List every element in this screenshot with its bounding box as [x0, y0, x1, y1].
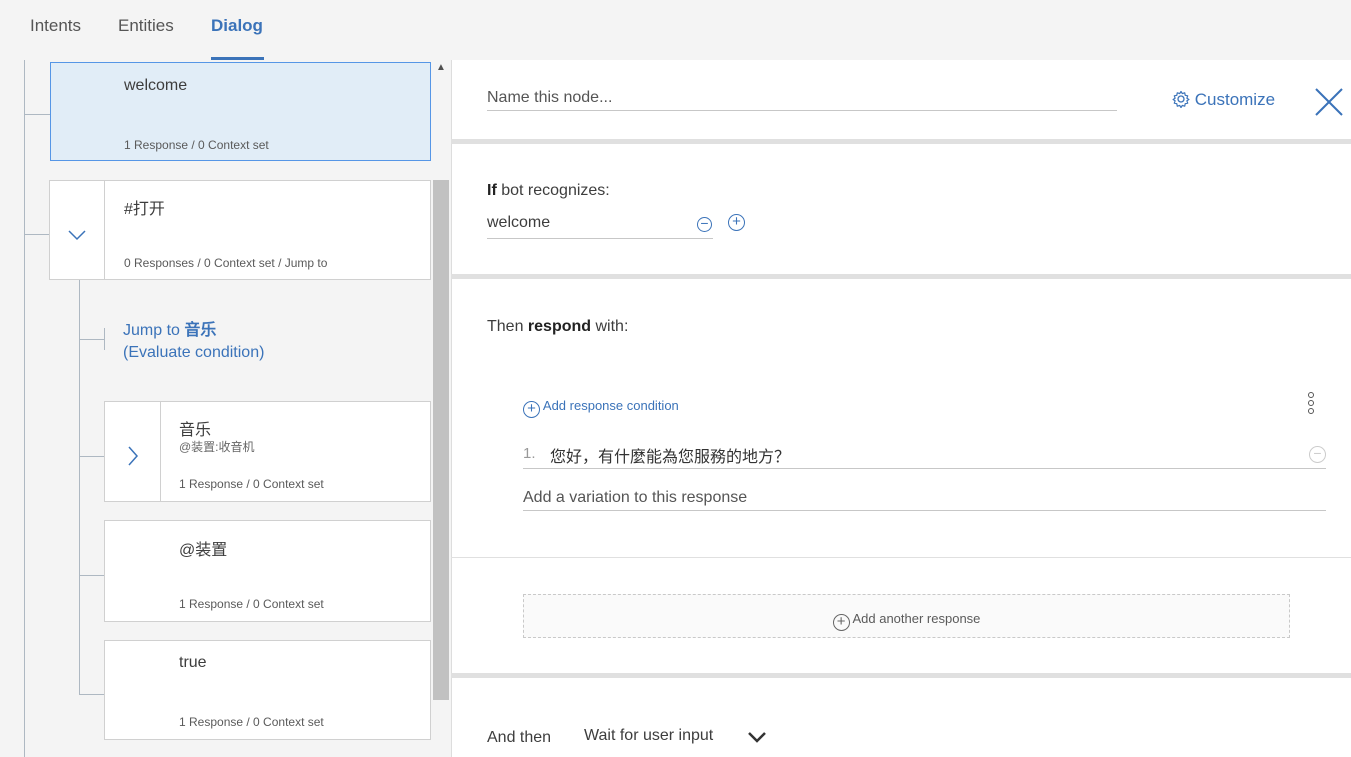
response-number: 1. — [523, 445, 536, 462]
add-condition-icon[interactable]: + — [728, 214, 745, 231]
more-options-icon[interactable] — [1305, 392, 1317, 420]
expand-toggle[interactable] — [50, 181, 105, 279]
tree-connector — [79, 694, 105, 695]
tree-connector — [104, 328, 105, 350]
jump-target: 音乐 — [184, 322, 217, 339]
tree-line — [79, 280, 80, 695]
if-recognizes-label: If bot recognizes: — [487, 182, 610, 200]
remove-condition-icon[interactable]: − — [697, 216, 712, 232]
node-title: welcome — [124, 77, 188, 94]
node-true[interactable]: true 1 Response / 0 Context set — [104, 640, 431, 740]
scrollbar-thumb[interactable] — [433, 180, 449, 700]
add-response-condition-button[interactable]: + Add response condition — [523, 398, 679, 418]
scroll-up-arrow-icon[interactable]: ▲ — [434, 62, 448, 76]
customize-button[interactable]: Customize — [1172, 90, 1275, 110]
gear-icon — [1172, 90, 1190, 109]
node-title: #打开 — [124, 201, 165, 218]
node-meta: 0 Responses / 0 Context set / Jump to — [124, 256, 328, 270]
tree-connector — [79, 575, 105, 576]
add-another-response-label: Add another response — [852, 611, 981, 626]
node-welcome[interactable]: welcome 1 Response / 0 Context set — [50, 62, 431, 161]
tab-entities[interactable]: Entities — [118, 16, 174, 36]
condition-value: welcome — [487, 214, 551, 231]
and-then-select[interactable]: Wait for user input — [584, 727, 713, 745]
if-rest: bot recognizes: — [496, 182, 610, 199]
section-divider — [451, 673, 1351, 678]
node-meta: 1 Response / 0 Context set — [179, 715, 324, 729]
tab-intents[interactable]: Intents — [30, 16, 81, 36]
node-title: 音乐 — [179, 422, 212, 439]
tree-connector — [79, 456, 105, 457]
remove-response-icon[interactable]: − — [1309, 446, 1326, 463]
add-another-response-button[interactable]: + Add another response — [523, 594, 1290, 638]
if-keyword: If — [487, 182, 497, 199]
node-music[interactable]: 音乐 @装置:收音机 1 Response / 0 Context set — [104, 401, 431, 502]
then-prefix: Then — [487, 318, 528, 335]
node-meta: 1 Response / 0 Context set — [179, 477, 324, 491]
and-then-label: And then — [487, 729, 552, 746]
expand-toggle[interactable] — [105, 402, 161, 501]
chevron-right-icon — [128, 446, 139, 466]
section-divider — [451, 139, 1351, 144]
section-divider — [451, 274, 1351, 279]
node-open[interactable]: #打开 0 Responses / 0 Context set / Jump t… — [49, 180, 431, 280]
jump-mode: (Evaluate condition) — [123, 344, 265, 361]
node-title: @装置 — [179, 542, 228, 559]
node-meta: 1 Response / 0 Context set — [179, 597, 324, 611]
tree-connector — [79, 339, 105, 340]
add-variation-input[interactable] — [523, 486, 1326, 511]
node-title: true — [179, 654, 207, 671]
tree-line — [24, 60, 25, 757]
divider — [451, 557, 1351, 558]
dialog-tree: welcome 1 Response / 0 Context set #打开 0… — [0, 60, 451, 757]
then-respond-label: Then respond with: — [487, 318, 628, 336]
node-device[interactable]: @装置 1 Response / 0 Context set — [104, 520, 431, 622]
node-meta: 1 Response / 0 Context set — [124, 138, 269, 152]
tab-dialog[interactable]: Dialog — [211, 16, 263, 36]
response-row[interactable]: 1. 您好，有什麼能為您服務的地方？ − — [523, 443, 1326, 469]
customize-label: Customize — [1194, 90, 1276, 109]
chevron-down-icon[interactable] — [747, 730, 767, 744]
response-text: 您好，有什麼能為您服務的地方？ — [550, 449, 791, 466]
chevron-down-icon — [68, 230, 86, 241]
plus-circle-icon: + — [832, 614, 850, 631]
jump-to-link[interactable]: Jump to 音乐 (Evaluate condition) — [123, 320, 264, 364]
close-icon[interactable] — [1313, 86, 1345, 118]
add-response-condition-label: Add response condition — [542, 398, 679, 413]
tree-connector — [24, 114, 50, 115]
jump-to-label: Jump to — [123, 322, 185, 339]
then-suffix: with: — [591, 318, 629, 335]
plus-circle-icon: + — [523, 401, 540, 418]
respond-keyword: respond — [527, 318, 592, 335]
node-name-input[interactable] — [487, 86, 1117, 111]
node-condition: @装置:收音机 — [179, 440, 255, 454]
tree-connector — [24, 234, 50, 235]
condition-field[interactable]: welcome — [487, 214, 713, 239]
